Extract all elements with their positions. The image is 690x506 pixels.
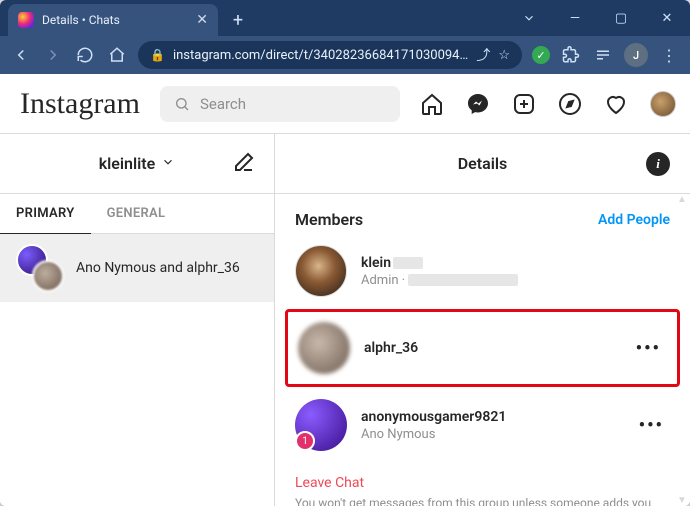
window-close-icon[interactable]: ✕ bbox=[644, 0, 690, 36]
kebab-menu-icon[interactable]: ⋮ bbox=[658, 44, 680, 66]
member-username: alphr_36 bbox=[364, 340, 418, 356]
member-row[interactable]: klein Admin · bbox=[285, 235, 680, 307]
add-people-button[interactable]: Add People bbox=[598, 212, 670, 228]
url-text: instagram.com/direct/t/34028236684171030… bbox=[173, 48, 468, 63]
dm-account-switcher[interactable]: kleinlite bbox=[0, 134, 274, 194]
leave-chat-button[interactable]: Leave Chat bbox=[285, 461, 680, 495]
messenger-nav-icon[interactable] bbox=[466, 92, 490, 116]
dm-username: kleinlite bbox=[99, 154, 156, 173]
member-avatar bbox=[298, 322, 350, 374]
member-role: Admin bbox=[361, 273, 399, 288]
titlebar: Details • Chats ✕ + — ▢ ✕ bbox=[0, 0, 690, 36]
details-header: Details i bbox=[275, 134, 690, 194]
member-username: klein bbox=[361, 255, 391, 271]
compose-icon[interactable] bbox=[232, 150, 256, 178]
browser-tab[interactable]: Details • Chats ✕ bbox=[8, 4, 218, 36]
tab-title: Details • Chats bbox=[42, 13, 188, 27]
details-body: Members Add People klein Admin · a bbox=[275, 194, 690, 506]
instagram-logo[interactable]: Instagram bbox=[20, 87, 140, 121]
tab-primary[interactable]: PRIMARY bbox=[0, 194, 91, 234]
search-icon bbox=[174, 96, 190, 112]
ig-nav bbox=[420, 91, 676, 117]
browser-toolbar: 🔒 instagram.com/direct/t/340282366841710… bbox=[0, 36, 690, 74]
redacted-text bbox=[393, 257, 423, 269]
chat-name: Ano Nymous and alphr_36 bbox=[76, 260, 240, 276]
activity-nav-icon[interactable] bbox=[604, 92, 628, 116]
new-post-nav-icon[interactable] bbox=[512, 92, 536, 116]
tab-general[interactable]: GENERAL bbox=[91, 194, 182, 233]
url-bar[interactable]: 🔒 instagram.com/direct/t/340282366841710… bbox=[138, 41, 522, 69]
close-tab-icon[interactable]: ✕ bbox=[196, 12, 208, 28]
chevron-down-icon bbox=[161, 154, 175, 173]
redacted-text bbox=[408, 274, 518, 286]
member-row[interactable]: anonymousgamer9821 Ano Nymous ••• bbox=[285, 389, 680, 461]
member-username: anonymousgamer9821 bbox=[361, 409, 506, 425]
home-nav-icon[interactable] bbox=[420, 92, 444, 116]
page-content: Instagram Search kleinlite bbox=[0, 74, 690, 506]
window-more-icon[interactable] bbox=[506, 0, 552, 36]
instagram-favicon bbox=[18, 12, 34, 28]
home-icon[interactable] bbox=[106, 44, 128, 66]
profile-nav-avatar[interactable] bbox=[650, 91, 676, 117]
window-controls: — ▢ ✕ bbox=[506, 0, 690, 36]
search-input[interactable]: Search bbox=[160, 86, 400, 122]
new-tab-button[interactable]: + bbox=[224, 6, 252, 34]
member-avatar bbox=[295, 245, 347, 297]
member-display-name: Ano Nymous bbox=[361, 427, 506, 442]
details-title: Details bbox=[458, 154, 508, 173]
dm-tabs: PRIMARY GENERAL bbox=[0, 194, 274, 234]
chat-list-item[interactable]: Ano Nymous and alphr_36 bbox=[0, 234, 274, 302]
ig-header: Instagram Search bbox=[0, 74, 690, 134]
member-row-highlighted[interactable]: alphr_36 ••• bbox=[285, 309, 680, 387]
members-label: Members bbox=[295, 210, 363, 229]
lock-icon: 🔒 bbox=[150, 48, 165, 62]
reading-list-icon[interactable] bbox=[592, 44, 614, 66]
back-icon[interactable] bbox=[10, 44, 32, 66]
leave-chat-note: You won't get messages from this group u… bbox=[285, 495, 680, 506]
dm-main: kleinlite PRIMARY GENERAL Ano Nymous and… bbox=[0, 134, 690, 506]
member-options-icon[interactable]: ••• bbox=[630, 338, 667, 359]
window-maximize-icon[interactable]: ▢ bbox=[598, 0, 644, 36]
window-minimize-icon[interactable]: — bbox=[552, 0, 598, 36]
browser-window: Details • Chats ✕ + — ▢ ✕ 🔒 instagram.co… bbox=[0, 0, 690, 506]
share-icon[interactable]: ⤴ bbox=[476, 45, 490, 65]
info-icon[interactable]: i bbox=[646, 152, 670, 176]
member-meta: anonymousgamer9821 Ano Nymous bbox=[361, 409, 506, 442]
members-section-head: Members Add People bbox=[285, 202, 680, 235]
dm-right-panel: Details i Members Add People klein Admin… bbox=[275, 134, 690, 506]
member-avatar bbox=[295, 399, 347, 451]
bookmark-icon[interactable]: ☆ bbox=[498, 48, 510, 63]
member-meta: klein Admin · bbox=[361, 255, 518, 288]
dm-left-panel: kleinlite PRIMARY GENERAL Ano Nymous and… bbox=[0, 134, 275, 506]
member-options-icon[interactable]: ••• bbox=[633, 415, 670, 436]
reload-icon[interactable] bbox=[74, 44, 96, 66]
forward-icon[interactable] bbox=[42, 44, 64, 66]
member-meta: alphr_36 bbox=[364, 340, 418, 356]
security-badge-icon[interactable]: ✓ bbox=[532, 46, 550, 64]
explore-nav-icon[interactable] bbox=[558, 92, 582, 116]
search-placeholder: Search bbox=[200, 95, 246, 113]
extensions-icon[interactable] bbox=[560, 44, 582, 66]
group-avatar bbox=[16, 244, 64, 292]
profile-avatar[interactable]: J bbox=[624, 43, 648, 67]
